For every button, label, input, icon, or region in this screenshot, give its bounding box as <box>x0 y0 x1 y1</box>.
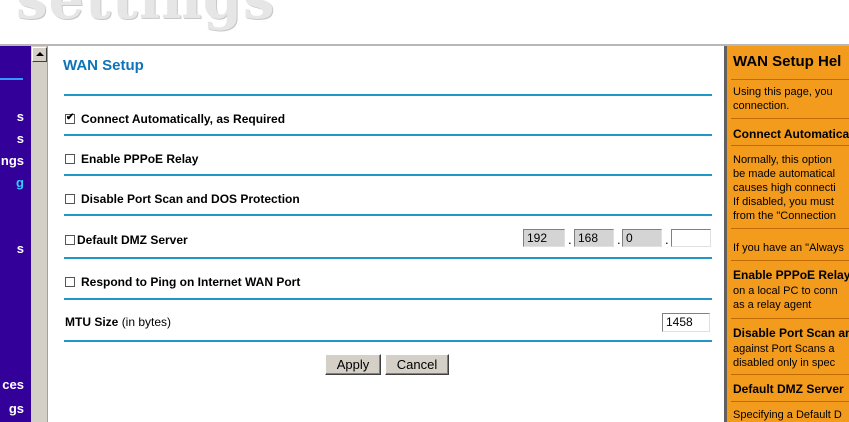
help-divider <box>731 260 849 261</box>
divider <box>64 340 712 342</box>
page-title: WAN Setup <box>63 57 144 74</box>
help-pppoe-heading: Enable PPPoE Relay <box>733 268 849 282</box>
ip-separator: . <box>617 232 621 247</box>
help-intro-line: Using this page, you <box>733 86 833 98</box>
help-connect-line: Normally, this option <box>733 154 832 166</box>
pppoe-relay-checkbox[interactable] <box>65 154 75 164</box>
nav-item-active[interactable]: g <box>16 175 24 190</box>
help-divider <box>731 374 849 375</box>
help-connect-line: causes high connecti <box>733 182 836 194</box>
divider <box>64 214 712 216</box>
help-connect-line: from the "Connection <box>733 210 836 222</box>
connect-automatically-checkbox[interactable] <box>65 112 75 124</box>
divider <box>64 134 712 136</box>
mtu-size-row: MTU Size (in bytes) <box>65 315 171 329</box>
help-dmz-line: Specifying a Default D <box>733 409 842 421</box>
dmz-ip-octet-3[interactable]: 0 <box>622 229 662 247</box>
divider <box>64 257 712 259</box>
nav-divider <box>0 78 23 80</box>
scroll-up-arrow-icon[interactable] <box>32 47 47 62</box>
header-banner: settings <box>0 0 849 46</box>
help-portscan-line: disabled only in spec <box>733 357 836 369</box>
nav-item-2[interactable]: s <box>17 131 24 146</box>
help-always-line: If you have an "Always <box>733 242 844 254</box>
help-portscan-line: against Port Scans a <box>733 343 835 355</box>
dmz-ip-octet-2[interactable]: 168 <box>574 229 614 247</box>
respond-to-ping-label: Respond to Ping on Internet WAN Port <box>81 275 301 289</box>
nav-item-5[interactable]: s <box>17 241 24 256</box>
dmz-server-label: Default DMZ Server <box>77 233 188 247</box>
respond-to-ping-option[interactable]: Respond to Ping on Internet WAN Port <box>65 275 300 289</box>
ip-separator: . <box>568 232 572 247</box>
disable-port-scan-label: Disable Port Scan and DOS Protection <box>81 192 300 206</box>
divider <box>64 94 712 96</box>
help-intro-line: connection. <box>733 100 790 112</box>
help-divider <box>731 118 849 119</box>
dmz-server-option[interactable]: Default DMZ Server <box>65 233 188 247</box>
help-divider <box>731 318 849 319</box>
help-panel: WAN Setup Hel Using this page, you conne… <box>727 46 849 422</box>
ip-separator: . <box>665 232 669 247</box>
help-portscan-heading: Disable Port Scan an <box>733 326 849 340</box>
connect-automatically-option[interactable]: Connect Automatically, as Required <box>65 112 285 126</box>
help-pppoe-line: on a local PC to conn <box>733 285 838 297</box>
nav-item-7[interactable]: gs <box>9 401 24 416</box>
pppoe-relay-label: Enable PPPoE Relay <box>81 152 199 166</box>
help-connect-line: be made automatical <box>733 168 836 180</box>
disable-port-scan-checkbox[interactable] <box>65 194 75 204</box>
help-title: WAN Setup Hel <box>733 53 842 70</box>
divider <box>64 174 712 176</box>
apply-button[interactable]: Apply <box>325 354 381 375</box>
nav-item-6[interactable]: ces <box>2 377 24 392</box>
respond-to-ping-checkbox[interactable] <box>65 277 75 287</box>
nav-item-3[interactable]: ngs <box>1 153 24 168</box>
help-divider <box>731 228 849 229</box>
help-connect-heading: Connect Automatical <box>733 127 849 141</box>
nav-scrollbar[interactable] <box>31 46 48 422</box>
mtu-size-input[interactable]: 1458 <box>662 313 710 332</box>
dmz-server-checkbox[interactable] <box>65 235 75 245</box>
help-connect-line: If disabled, you must <box>733 196 834 208</box>
cancel-button[interactable]: Cancel <box>385 354 449 375</box>
dmz-ip-octet-4[interactable] <box>671 229 711 247</box>
mtu-size-label: MTU Size <box>65 315 119 329</box>
disable-port-scan-option[interactable]: Disable Port Scan and DOS Protection <box>65 192 300 206</box>
pppoe-relay-option[interactable]: Enable PPPoE Relay <box>65 152 198 166</box>
help-divider <box>731 401 849 402</box>
connect-automatically-label: Connect Automatically, as Required <box>81 112 286 126</box>
divider <box>64 298 712 300</box>
nav-item-1[interactable]: s <box>17 109 24 124</box>
help-dmz-heading: Default DMZ Server <box>733 382 844 396</box>
left-nav: s s ngs g s ces gs <box>0 46 31 422</box>
help-divider <box>731 145 849 146</box>
dmz-ip-octet-1[interactable]: 192 <box>523 229 565 247</box>
mtu-unit-label: (in bytes) <box>121 315 172 329</box>
settings-logo-text: settings <box>16 0 276 32</box>
wan-setup-panel: WAN Setup Connect Automatically, as Requ… <box>48 46 724 422</box>
help-divider <box>731 79 849 80</box>
help-pppoe-line: as a relay agent <box>733 299 812 311</box>
